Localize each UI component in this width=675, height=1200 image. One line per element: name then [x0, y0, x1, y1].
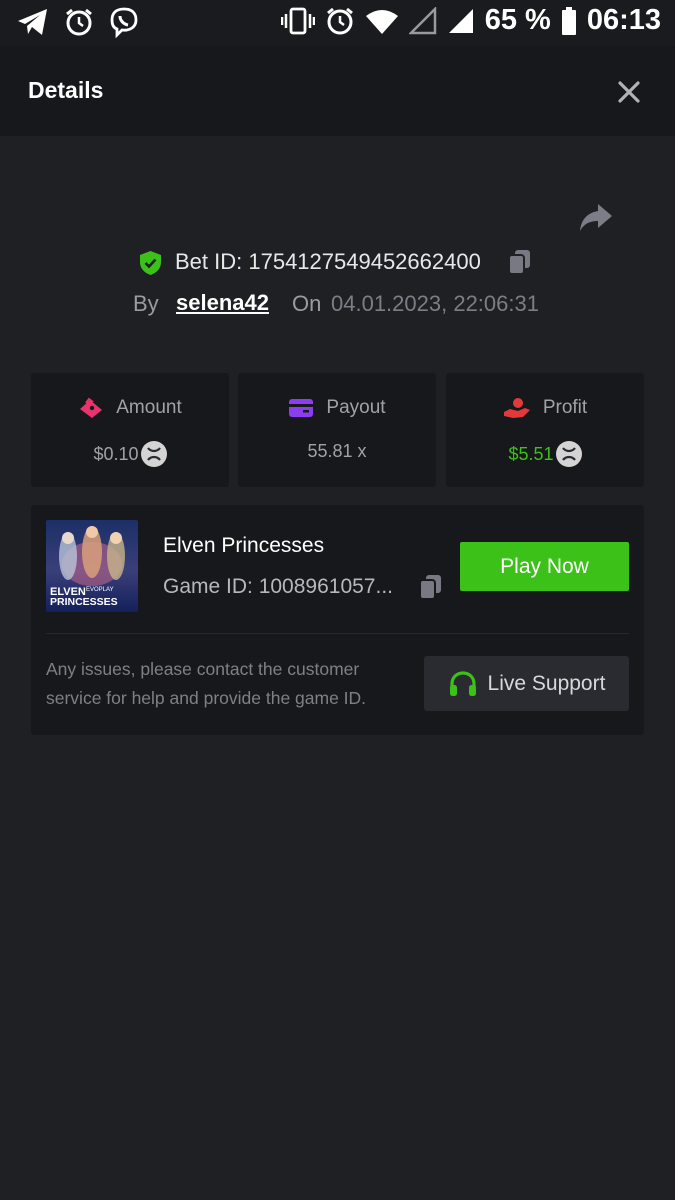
- profit-hand-icon: [503, 398, 530, 418]
- battery-percent: 65 %: [484, 4, 551, 36]
- status-bar: 65 % 06:13: [0, 0, 675, 46]
- payout-card: Payout 55.81 x: [238, 373, 436, 487]
- divider: [46, 633, 629, 634]
- username-link[interactable]: selena42: [176, 290, 269, 316]
- details-header: Details: [0, 46, 675, 136]
- amount-card: Amount $0.10: [31, 373, 229, 487]
- bet-datetime: 04.01.2023, 22:06:31: [331, 291, 539, 316]
- signal-icon: [448, 8, 473, 33]
- live-support-label: Live Support: [487, 671, 606, 695]
- amount-label: Amount: [116, 397, 182, 418]
- payout-card-icon: [289, 399, 314, 417]
- share-icon[interactable]: [578, 200, 614, 234]
- payout-label: Payout: [326, 397, 386, 418]
- headset-icon: [449, 670, 476, 696]
- page-title: Details: [28, 77, 104, 103]
- amount-value: $0.10: [93, 443, 139, 464]
- xrp-coin-icon: [555, 441, 582, 467]
- profit-label: Profit: [542, 397, 588, 418]
- thumb-brand: EVOPLAY: [86, 587, 114, 593]
- alarm-icon: [66, 8, 92, 36]
- bet-meta: By selena42 On 04.01.2023, 22:06:31: [0, 289, 675, 319]
- game-name: Elven Princesses: [163, 534, 325, 557]
- copy-icon[interactable]: [418, 573, 444, 601]
- verified-shield-icon: [140, 251, 161, 275]
- battery-icon: [561, 6, 576, 35]
- amount-icon: [80, 397, 103, 418]
- game-id: Game ID: 1008961057...: [163, 575, 393, 598]
- viber-icon: [110, 7, 138, 38]
- bet-id: Bet ID: 1754127549452662400: [175, 249, 481, 274]
- copy-icon[interactable]: [507, 248, 533, 276]
- vibrate-icon: [280, 7, 315, 34]
- game-panel: ELVEN EVOPLAY PRINCESSES Elven Princesse…: [31, 505, 644, 735]
- profit-value: $5.51: [508, 443, 554, 464]
- support-hint: Any issues, please contact the customer …: [46, 659, 367, 708]
- thumb-title-line2: PRINCESSES: [50, 596, 118, 608]
- signal-empty-icon: [408, 6, 436, 34]
- game-thumbnail[interactable]: ELVEN EVOPLAY PRINCESSES: [46, 520, 138, 612]
- play-now-button[interactable]: Play Now: [460, 542, 629, 591]
- telegram-icon: [18, 9, 47, 35]
- xrp-coin-icon: [140, 441, 167, 467]
- on-label: On: [292, 291, 322, 316]
- live-support-button[interactable]: Live Support: [424, 656, 629, 711]
- clock: 06:13: [586, 4, 661, 36]
- alarm-icon: [326, 7, 353, 34]
- close-icon[interactable]: [613, 76, 645, 108]
- payout-value: 55.81 x: [307, 441, 367, 461]
- profit-card: Profit $5.51: [446, 373, 644, 487]
- wifi-icon: [365, 9, 398, 34]
- bet-id-row: Bet ID: 1754127549452662400: [0, 248, 675, 278]
- by-label: By: [133, 291, 159, 316]
